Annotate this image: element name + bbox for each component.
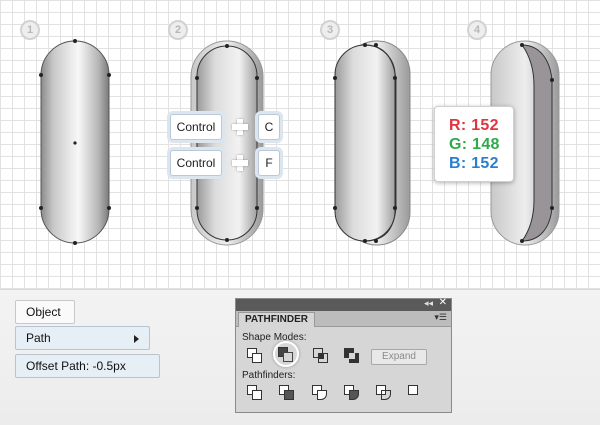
key-c: C [258, 114, 280, 140]
merge-icon[interactable] [311, 384, 329, 402]
trim-icon[interactable] [278, 384, 296, 402]
key-f: F [258, 150, 280, 176]
shape-modes-label: Shape Modes: [242, 332, 307, 343]
intersect-icon[interactable] [312, 347, 330, 365]
unite-icon[interactable] [246, 347, 264, 365]
panel-menu-icon[interactable]: ▾☰ [434, 312, 447, 323]
outline-icon[interactable] [375, 384, 393, 402]
key-control-paste: Control [170, 150, 222, 176]
capsule-step-2 [190, 40, 264, 246]
exclude-icon[interactable] [343, 347, 361, 365]
expand-button[interactable]: Expand [371, 349, 427, 365]
path-menu-item[interactable]: Path [15, 326, 150, 350]
crop-icon[interactable] [343, 384, 361, 402]
divide-icon[interactable] [246, 384, 264, 402]
minus-front-icon[interactable] [277, 346, 295, 364]
capsule-step-1 [39, 39, 111, 245]
blue-value: B: 152 [449, 155, 499, 172]
plus-icon [232, 155, 248, 171]
color-readout: R: 152 G: 148 B: 152 [434, 106, 514, 182]
submenu-arrow-icon [134, 335, 139, 343]
close-icon[interactable]: ✕ [439, 297, 447, 308]
panel-tab-bar: PATHFINDER ▾☰ [236, 311, 451, 327]
panel-title-bar[interactable]: ◂◂ ✕ [236, 297, 451, 311]
step-badge-1: 1 [20, 20, 40, 40]
collapse-icon[interactable]: ◂◂ [424, 298, 433, 309]
green-value: G: 148 [449, 136, 500, 153]
minus-back-icon[interactable] [407, 384, 425, 402]
object-menu-label: Object [26, 305, 61, 319]
red-value: R: 152 [449, 117, 499, 134]
object-menu[interactable]: Object [15, 300, 75, 324]
path-menu-label: Path [26, 331, 51, 345]
tab-pathfinder[interactable]: PATHFINDER [238, 312, 315, 327]
plus-icon [232, 119, 248, 135]
step-badge-4: 4 [467, 20, 487, 40]
step-badge-3: 3 [320, 20, 340, 40]
capsule-step-3 [333, 40, 411, 246]
step-badge-2: 2 [168, 20, 188, 40]
offset-path-label: Offset Path: -0.5px [26, 359, 126, 373]
key-control-copy: Control [170, 114, 222, 140]
pathfinders-label: Pathfinders: [242, 370, 296, 381]
offset-path-menu-item[interactable]: Offset Path: -0.5px [15, 354, 160, 378]
